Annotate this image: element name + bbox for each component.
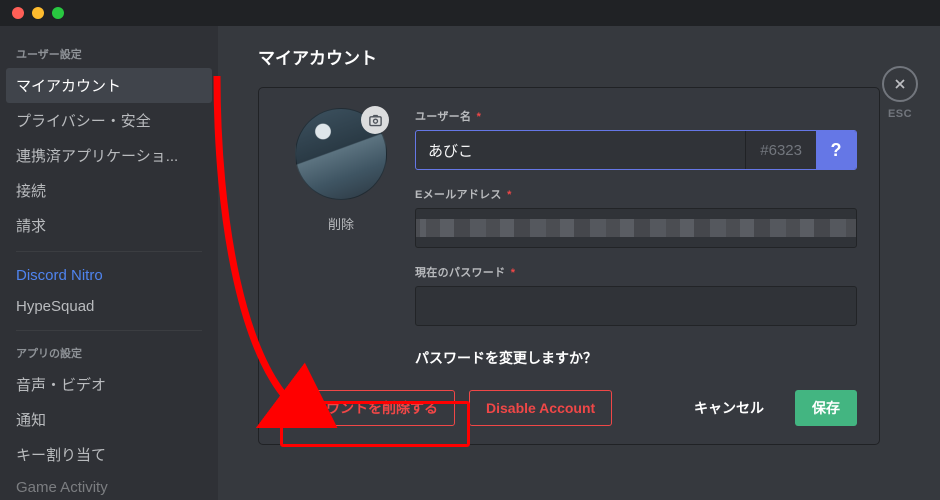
sidebar-heading-app: アプリの設定 (6, 339, 212, 367)
sidebar-divider (16, 330, 202, 331)
password-label: 現在のパスワード * (415, 264, 857, 280)
sidebar-item-nitro[interactable]: Discord Nitro (6, 260, 212, 291)
change-password-question: パスワードを変更しますか？ (415, 348, 857, 368)
esc-label: ESC (888, 108, 912, 120)
email-input-redacted[interactable] (415, 208, 857, 248)
username-row: #6323 ? (415, 130, 857, 170)
delete-account-button[interactable]: アカウントを削除する (281, 390, 455, 426)
close-icon (882, 66, 918, 102)
settings-sidebar: ユーザー設定 マイアカウント プライバシー・安全 連携済アプリケーショ... 接… (0, 26, 218, 500)
avatar-uploader[interactable] (295, 108, 387, 200)
card-footer: アカウントを削除する Disable Account キャンセル 保存 (281, 368, 857, 426)
sidebar-item-notifications[interactable]: 通知 (6, 402, 212, 437)
current-password-input[interactable] (415, 286, 857, 326)
username-label: ユーザー名 * (415, 108, 857, 124)
window-titlebar (0, 0, 940, 26)
sidebar-divider (16, 251, 202, 252)
sidebar-item-hypesquad[interactable]: HypeSquad (6, 291, 212, 322)
cancel-button[interactable]: キャンセル (677, 390, 781, 426)
sidebar-item-my-account[interactable]: マイアカウント (6, 68, 212, 103)
sidebar-item-voice-video[interactable]: 音声・ビデオ (6, 367, 212, 402)
disable-account-button[interactable]: Disable Account (469, 390, 612, 426)
save-button[interactable]: 保存 (795, 390, 857, 426)
page-title: マイアカウント (258, 44, 880, 69)
sidebar-item-keybinds[interactable]: キー割り当て (6, 437, 212, 472)
sidebar-item-connected-apps[interactable]: 連携済アプリケーショ... (6, 138, 212, 173)
close-settings[interactable]: ESC (882, 66, 918, 120)
sidebar-item-connections[interactable]: 接続 (6, 173, 212, 208)
window-zoom-dot[interactable] (52, 7, 64, 19)
sidebar-item-billing[interactable]: 請求 (6, 208, 212, 243)
username-help-button[interactable]: ? (816, 131, 856, 169)
sidebar-item-privacy[interactable]: プライバシー・安全 (6, 103, 212, 138)
sidebar-heading-user: ユーザー設定 (6, 40, 212, 68)
discriminator: #6323 (745, 131, 816, 169)
account-card: 削除 ユーザー名 * #6323 ? Eメールアドレス * (258, 87, 880, 445)
avatar-remove-link[interactable]: 削除 (328, 214, 354, 233)
window-close-dot[interactable] (12, 7, 24, 19)
email-label: Eメールアドレス * (415, 186, 857, 202)
settings-content: マイアカウント 削除 ユーザー (218, 26, 940, 500)
sidebar-item-game-activity[interactable]: Game Activity (6, 472, 212, 500)
window-minimize-dot[interactable] (32, 7, 44, 19)
username-input[interactable] (416, 131, 745, 169)
upload-avatar-icon[interactable] (361, 106, 389, 134)
